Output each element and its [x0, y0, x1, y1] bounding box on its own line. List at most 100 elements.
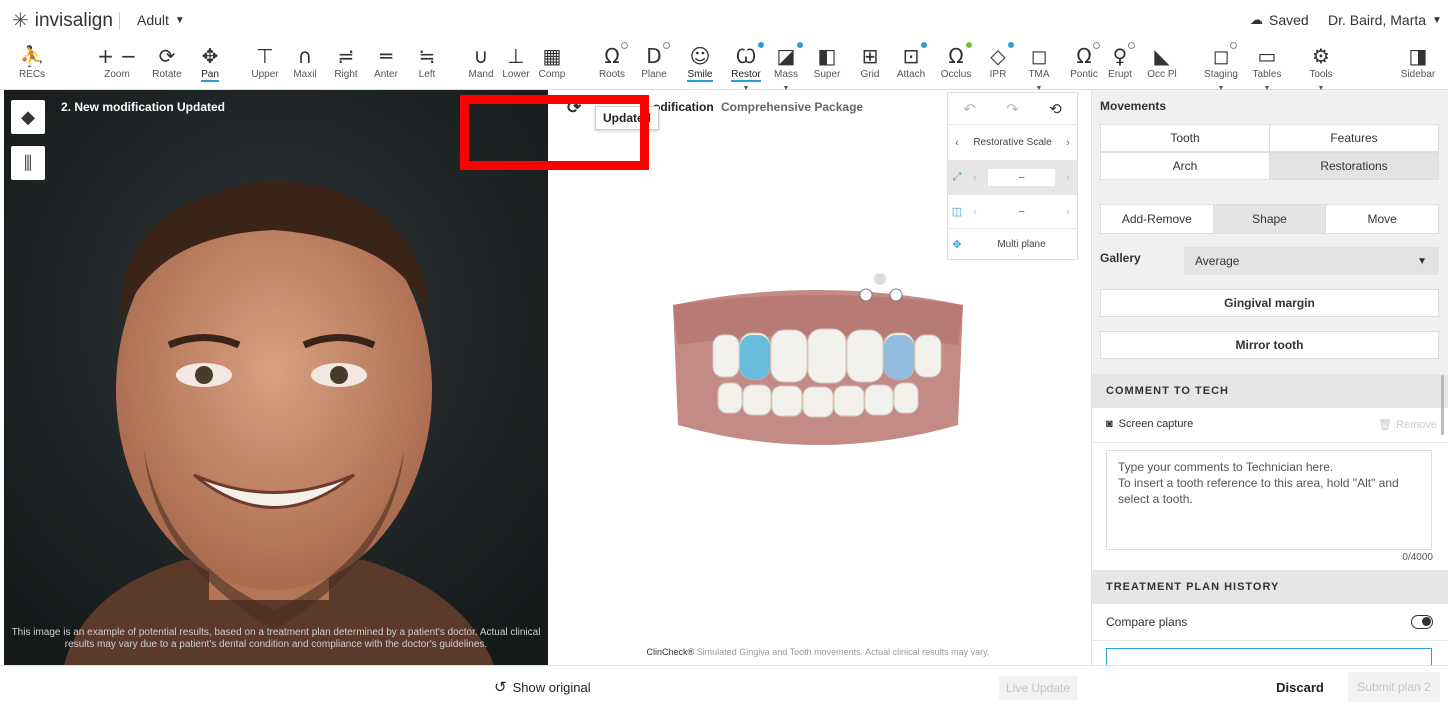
roots-icon: Ω: [604, 42, 628, 68]
tool-label: Pan: [201, 69, 219, 82]
gallery-select[interactable]: Average ▼: [1184, 247, 1439, 275]
diamond-icon: ◆: [21, 106, 35, 127]
tool-staging[interactable]: ◻ Staging ▼: [1197, 42, 1245, 92]
show-original-label: Show original: [512, 679, 591, 695]
tool-roots[interactable]: Ω Roots: [588, 42, 636, 88]
comment-textarea[interactable]: Type your comments to Technician here. T…: [1106, 450, 1432, 550]
submit-plan-button[interactable]: Submit plan 2: [1348, 672, 1440, 702]
chevron-right-icon[interactable]: ›: [1059, 172, 1077, 184]
tab-restorations[interactable]: Restorations: [1270, 153, 1438, 179]
ipr-icon: ◇: [990, 42, 1014, 68]
tool-left[interactable]: ≒ Left: [403, 44, 451, 88]
tool-plane[interactable]: D Plane: [630, 42, 678, 88]
super-icon: ◧: [817, 44, 837, 68]
tool-label: Upper: [251, 69, 279, 80]
tool-sidebar[interactable]: ◨ Sidebar: [1394, 44, 1442, 88]
screen-capture-label: Screen capture: [1118, 418, 1194, 430]
tool-zoom[interactable]: + − Zoom: [93, 44, 141, 88]
remove-button[interactable]: 🗑 Remove: [1378, 418, 1437, 432]
width-value-row[interactable]: ◫ ‹ – ›: [948, 195, 1077, 229]
tool-occ-pl[interactable]: ◣ Occ Pl: [1138, 44, 1186, 88]
tool-super[interactable]: ◧ Super: [803, 44, 851, 88]
perspective-toggle-button[interactable]: ◆: [11, 100, 45, 134]
chevron-left-icon[interactable]: ‹: [966, 172, 984, 184]
tab-tooth[interactable]: Tooth: [1101, 125, 1270, 151]
restor-icon: Ꞷ: [736, 42, 765, 68]
multi-plane-row[interactable]: ✥ Multi plane: [948, 229, 1077, 259]
gingival-margin-button[interactable]: Gingival margin: [1100, 289, 1439, 317]
history-select[interactable]: [1106, 648, 1432, 665]
chevron-right-icon[interactable]: ›: [1059, 137, 1077, 149]
tab-arch[interactable]: Arch: [1101, 153, 1270, 179]
sidebar-icon: ◨: [1408, 44, 1428, 68]
tool-occlus[interactable]: Ω Occlus: [932, 42, 980, 88]
cloud-icon: ☁: [1250, 12, 1263, 27]
tool-pan[interactable]: ✥ Pan: [186, 44, 234, 88]
chevron-left-icon[interactable]: ‹: [966, 206, 984, 218]
tool-label: Anter: [374, 69, 398, 80]
chevron-left-icon[interactable]: ‹: [948, 137, 966, 149]
comment-section: ◙ Screen capture 🗑 Remove Type your comm…: [1092, 408, 1448, 570]
live-update-button[interactable]: Live Update: [999, 676, 1077, 700]
tool-tables[interactable]: ▭ Tables ▼: [1243, 44, 1291, 92]
mode-dropdown[interactable]: Adult ▼: [137, 12, 185, 28]
tool-label: Mand: [468, 69, 494, 80]
status-dot: [662, 42, 670, 49]
tool-label: Occlus: [940, 69, 972, 80]
highlight-box: [460, 95, 649, 170]
tool-comp[interactable]: ▦ Comp: [528, 44, 576, 88]
show-original-button[interactable]: ↺ Show original: [494, 678, 591, 696]
user-menu[interactable]: Dr. Baird, Marta ▼: [1328, 12, 1442, 28]
divider: [1092, 640, 1448, 641]
width-value[interactable]: –: [984, 206, 1059, 217]
discard-button[interactable]: Discard: [1258, 672, 1342, 702]
status-dot: [1128, 42, 1136, 49]
tool-rotate[interactable]: ⟳ Rotate: [143, 44, 191, 88]
pontic-icon: Ω: [1076, 42, 1100, 68]
trash-icon: 🗑: [1378, 419, 1393, 431]
tool-label: Comp: [538, 69, 566, 80]
top-bar: ✳ invisalign Adult ▼ ☁ Saved Dr. Baird, …: [0, 0, 1448, 40]
staging-icon: ◻: [1213, 42, 1238, 68]
scale-value-row[interactable]: ⤢ ‹ – ›: [948, 161, 1077, 195]
screen-capture-button[interactable]: ◙ Screen capture: [1106, 418, 1193, 430]
mirror-tooth-button[interactable]: Mirror tooth: [1100, 331, 1439, 359]
grid-icon: ⊞: [861, 44, 879, 68]
tool-label: Left: [418, 69, 436, 80]
chevron-right-icon[interactable]: ›: [1059, 206, 1077, 218]
compare-plans-toggle[interactable]: [1411, 615, 1433, 629]
tab-features[interactable]: Features: [1270, 125, 1438, 151]
tool-erupt[interactable]: ♀ Erupt: [1096, 42, 1144, 88]
tool-tma[interactable]: ◻ TMA ▼: [1015, 44, 1063, 92]
tab-add-remove[interactable]: Add-Remove: [1101, 205, 1214, 233]
plane-icon: D: [646, 42, 670, 68]
patient-photo: [4, 90, 548, 665]
undo-icon[interactable]: ↶: [963, 100, 976, 118]
tool-recs[interactable]: ⛹ RECs: [8, 44, 56, 88]
smile-photo-panel: ◆ ⫼ 2. New modification Updated This ima…: [4, 90, 548, 665]
restorative-scale-row[interactable]: ‹ Restorative Scale ›: [948, 125, 1077, 161]
person-icon: ⛹: [19, 44, 45, 68]
reset-icon[interactable]: ⟲: [1049, 100, 1062, 118]
tab-shape[interactable]: Shape: [1213, 205, 1327, 233]
tool-label: Zoom: [104, 69, 130, 80]
tool-label: Grid: [860, 69, 880, 80]
scale-value[interactable]: –: [988, 169, 1055, 186]
user-name: Dr. Baird, Marta: [1328, 12, 1427, 28]
occlus-icon: Ω: [948, 42, 972, 68]
tool-attach[interactable]: ⊡ Attach: [887, 42, 935, 88]
redo-icon[interactable]: ↷: [1006, 100, 1019, 118]
multi-plane-icon: ✥: [952, 238, 962, 251]
attach-icon: ⊡: [903, 42, 928, 68]
compare-view-button[interactable]: ⫼: [11, 146, 45, 180]
tool-label: TMA: [1028, 69, 1050, 80]
movements-heading: Movements: [1100, 99, 1167, 113]
tab-move[interactable]: Move: [1326, 205, 1438, 233]
treatment-plan-history-header: TREATMENT PLAN HISTORY: [1092, 570, 1448, 604]
split-view-icon: ⫼: [23, 152, 33, 173]
sidebar-scrollbar[interactable]: [1441, 375, 1444, 435]
tool-smile[interactable]: ☺ Smile: [676, 44, 724, 88]
tool-tools[interactable]: ⚙ Tools ▼: [1297, 44, 1345, 92]
brand-name: invisalign: [34, 9, 113, 31]
teeth-model[interactable]: [658, 265, 978, 465]
